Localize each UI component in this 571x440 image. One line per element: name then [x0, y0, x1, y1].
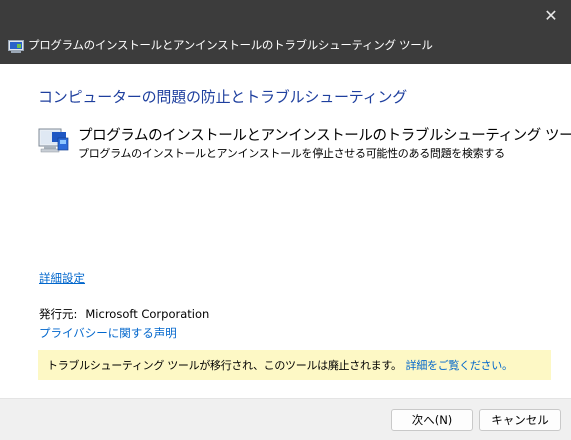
- title-bar: ✕ プログラムのインストールとアンインストールのトラブルシューティング ツール: [0, 0, 571, 64]
- cancel-button[interactable]: キャンセル: [479, 409, 561, 431]
- app-icon: [8, 38, 24, 53]
- privacy-statement-link[interactable]: プライバシーに関する声明: [39, 325, 177, 341]
- deprecation-notice: トラブルシューティング ツールが移行され、このツールは廃止されます。 詳細をご覧…: [38, 350, 551, 380]
- close-icon: ✕: [544, 5, 558, 25]
- troubleshooter-window: ✕ プログラムのインストールとアンインストールのトラブルシューティング ツール …: [0, 0, 571, 440]
- next-button[interactable]: 次へ(N): [391, 409, 473, 431]
- advanced-settings-link[interactable]: 詳細設定: [39, 270, 85, 286]
- button-bar: 次へ(N) キャンセル: [0, 398, 571, 440]
- window-title: プログラムのインストールとアンインストールのトラブルシューティング ツール: [28, 38, 433, 52]
- tool-title: プログラムのインストールとアンインストールのトラブルシューティング ツール: [78, 128, 571, 144]
- title-row: プログラムのインストールとアンインストールのトラブルシューティング ツール: [8, 36, 433, 54]
- notice-text: トラブルシューティング ツールが移行され、このツールは廃止されます。: [47, 359, 402, 372]
- content-area: コンピューターの問題の防止とトラブルシューティング プログラムのインストールとア…: [0, 64, 571, 398]
- computer-with-installer-icon: [38, 127, 70, 155]
- publisher-value: Microsoft Corporation: [85, 307, 210, 321]
- publisher-label: 発行元:: [39, 307, 78, 321]
- learn-more-link[interactable]: 詳細をご覧ください。: [406, 357, 513, 373]
- page-heading: コンピューターの問題の防止とトラブルシューティング: [38, 88, 408, 106]
- tool-description: プログラムのインストールとアンインストールを停止させる可能性のある問題を検索する: [78, 147, 505, 160]
- close-button[interactable]: ✕: [531, 0, 571, 30]
- publisher-line: 発行元: Microsoft Corporation: [39, 306, 209, 322]
